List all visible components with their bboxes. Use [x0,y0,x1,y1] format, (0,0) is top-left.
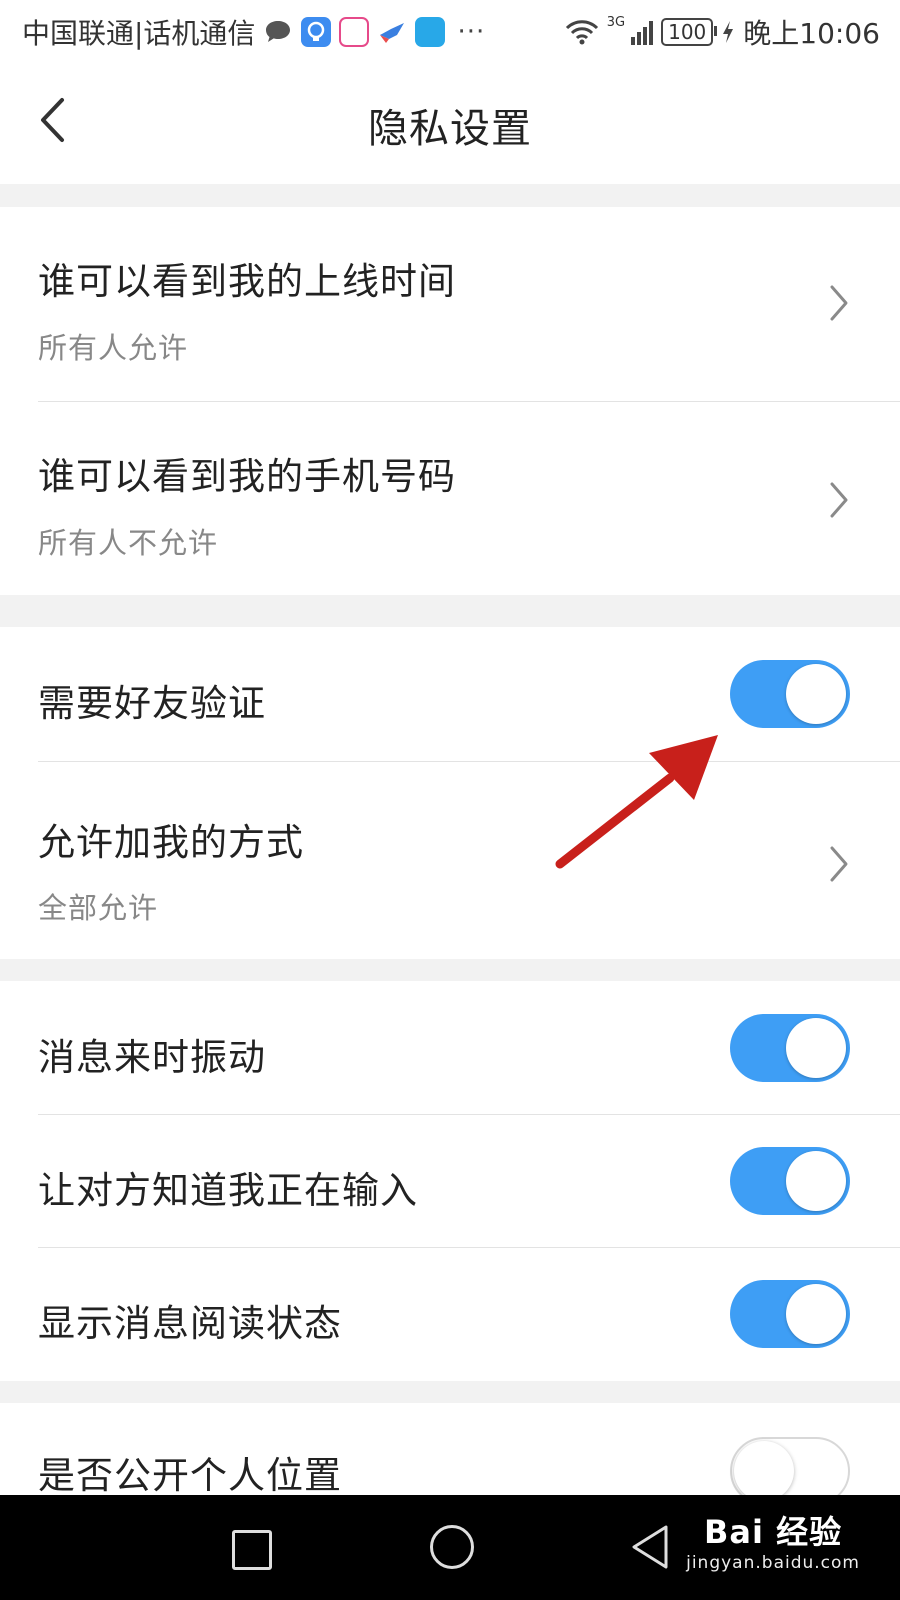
chevron-right-icon [830,846,848,882]
toggle-knob [786,664,846,724]
toggle-knob [786,1284,846,1344]
setting-typing-indicator[interactable]: 让对方知道我正在输入 [0,1115,900,1247]
setting-friend-verification[interactable]: 需要好友验证 [0,627,900,761]
toggle-knob [786,1151,846,1211]
network-type: 3G [606,14,626,30]
setting-value: 所有人不允许 [38,526,219,560]
settings-group-friends: 需要好友验证 允许加我的方式 全部允许 [0,627,900,959]
page-title: 隐私设置 [368,106,532,152]
chevron-right-icon [830,285,848,321]
setting-value: 全部允许 [38,891,159,925]
setting-title: 显示消息阅读状态 [38,1302,342,1345]
setting-read-receipts[interactable]: 显示消息阅读状态 [0,1248,900,1381]
setting-value: 所有人允许 [38,331,189,365]
message-bubble-icon [266,21,291,42]
setting-phone-number-visibility[interactable]: 谁可以看到我的手机号码 所有人不允许 [0,402,900,595]
read-receipts-toggle[interactable] [730,1280,850,1348]
vibrate-toggle[interactable] [730,1014,850,1082]
toggle-knob [786,1018,846,1078]
watermark-url: jingyan.baidu.com [686,1553,860,1573]
signal-icon [631,19,654,45]
back-triangle-icon[interactable] [628,1523,672,1571]
more-notifications: ··· [457,17,486,47]
status-bar: 中国联通|话机通信 ··· 3G 100 晚上10:06 [0,0,900,62]
status-right: 3G 100 晚上10:06 [565,12,880,52]
carrier-label: 中国联通|话机通信 [22,17,256,50]
setting-title: 消息来时振动 [38,1036,266,1079]
system-navigation-bar: Bai 经验 jingyan.baidu.com [0,1495,900,1600]
reader-app-icon [339,17,370,47]
clock: 晚上10:06 [743,17,880,50]
setting-title: 需要好友验证 [38,682,266,725]
bulb-app-icon [301,17,332,47]
setting-title: 让对方知道我正在输入 [38,1169,418,1212]
charging-bolt-icon [723,21,734,43]
home-circle-icon[interactable] [430,1525,474,1569]
setting-title: 允许加我的方式 [38,821,304,864]
toggle-knob [734,1441,794,1495]
setting-title: 谁可以看到我的手机号码 [38,455,456,498]
setting-add-me-methods[interactable]: 允许加我的方式 全部允许 [0,762,900,959]
chevron-right-icon [830,482,848,518]
bird-app-icon [380,23,405,43]
setting-title: 谁可以看到我的上线时间 [38,260,456,303]
setting-public-location[interactable]: 是否公开个人位置 [0,1403,900,1495]
settings-group-visibility: 谁可以看到我的上线时间 所有人允许 谁可以看到我的手机号码 所有人不允许 [0,207,900,595]
public-location-toggle[interactable] [730,1437,850,1495]
settings-group-messages: 消息来时振动 让对方知道我正在输入 显示消息阅读状态 [0,981,900,1381]
wifi-icon [565,20,598,45]
settings-group-location: 是否公开个人位置 [0,1403,900,1495]
battery-icon: 100 [661,18,718,46]
watermark: Bai 经验 jingyan.baidu.com [686,1507,860,1573]
setting-online-time-visibility[interactable]: 谁可以看到我的上线时间 所有人允许 [0,207,900,401]
status-left: 中国联通|话机通信 ··· [22,12,485,52]
setting-vibrate-on-message[interactable]: 消息来时振动 [0,981,900,1114]
typing-indicator-toggle[interactable] [730,1147,850,1215]
battery-level: 100 [668,20,707,44]
watermark-brand: Bai 经验 [704,1513,843,1551]
recents-square-icon[interactable] [232,1530,272,1570]
setting-title: 是否公开个人位置 [38,1454,342,1495]
title-bar: 隐私设置 [0,62,900,184]
browser-app-icon [415,17,446,47]
friend-verification-toggle[interactable] [730,660,850,728]
